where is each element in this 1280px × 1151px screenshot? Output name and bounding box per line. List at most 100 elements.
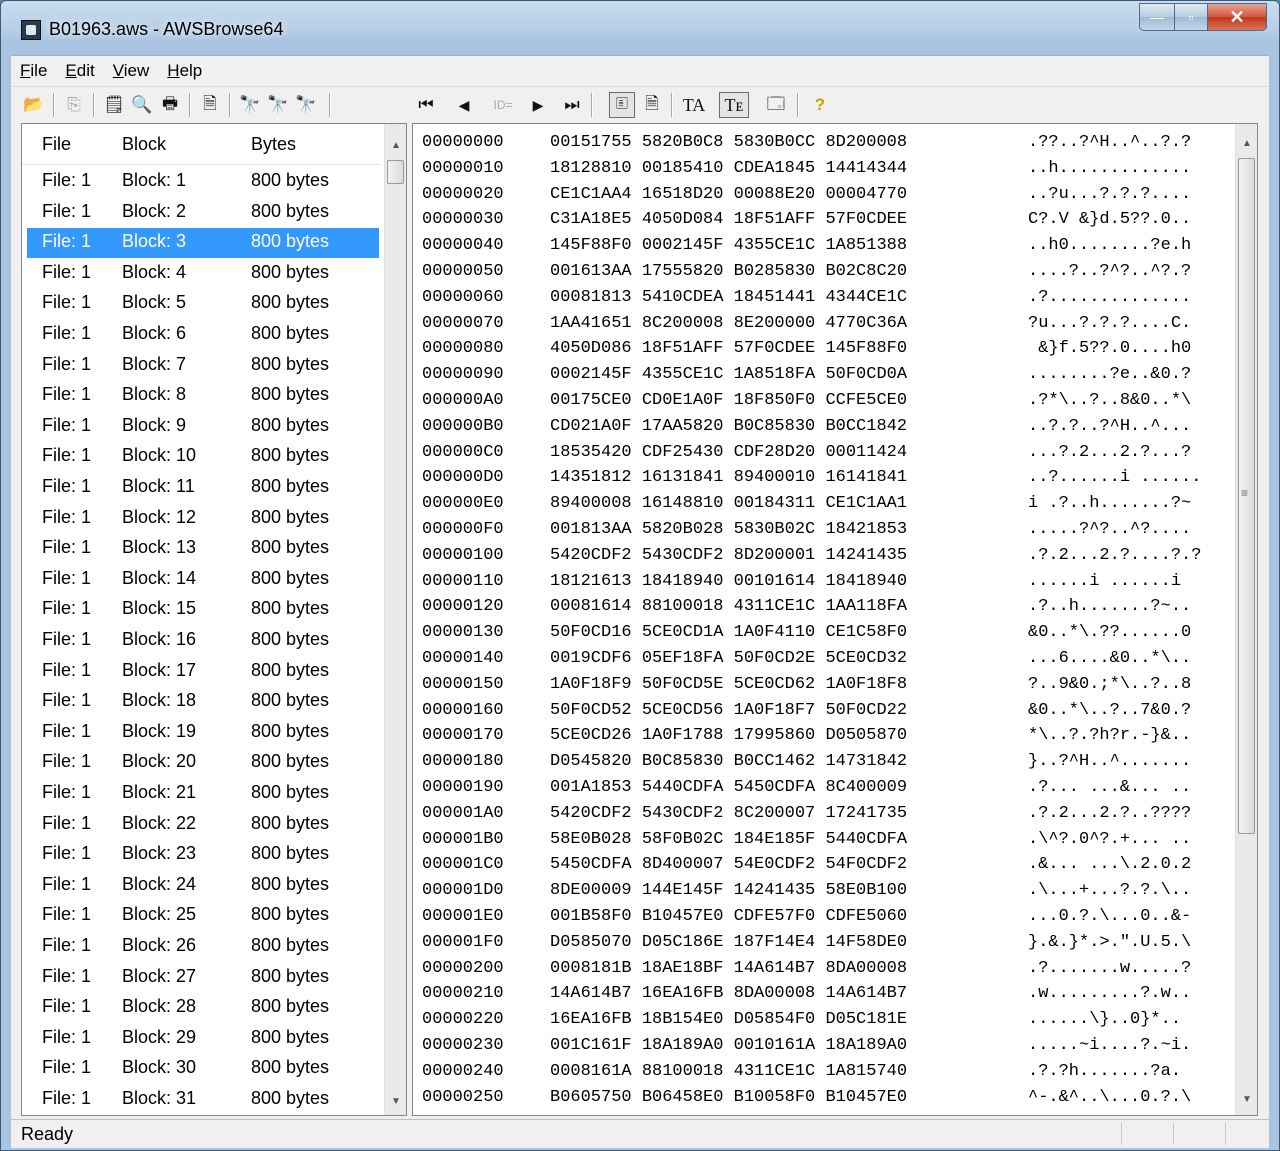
- cell-file: File: 1: [42, 935, 92, 955]
- block-list-row[interactable]: File: 1 Block: 7 800 bytes: [27, 351, 379, 381]
- hex-view-scrollbar[interactable]: ▲ ≡ ▼: [1235, 124, 1257, 1115]
- block-list-row[interactable]: File: 1 Block: 6 800 bytes: [27, 320, 379, 350]
- resize-grip-icon[interactable]: [1225, 1123, 1266, 1145]
- find-icon[interactable]: 🔭: [237, 92, 263, 118]
- block-list-row[interactable]: File: 1 Block: 28 800 bytes: [27, 993, 379, 1023]
- block-list-row[interactable]: File: 1 Block: 9 800 bytes: [27, 412, 379, 442]
- previous-block-icon[interactable]: ◀: [451, 92, 477, 118]
- cell-bytes: 800 bytes: [251, 476, 330, 496]
- hex-words: B0605750 B06458E0 B10058F0 B10457E0: [550, 1087, 908, 1107]
- scroll-down-icon[interactable]: ▼: [385, 1090, 406, 1112]
- help-icon[interactable]: ?: [807, 92, 833, 118]
- first-block-icon[interactable]: ⏮: [413, 92, 439, 118]
- block-list-row[interactable]: File: 1 Block: 31 800 bytes: [27, 1085, 379, 1115]
- hex-offset: 00000000: [422, 133, 504, 152]
- column-header-block[interactable]: Block: [122, 134, 166, 155]
- find-next-icon[interactable]: 🔭: [265, 92, 291, 118]
- menu-item[interactable]: File: [11, 61, 56, 81]
- block-list-row[interactable]: File: 1 Block: 22 800 bytes: [27, 810, 379, 840]
- cell-block: Block: 16: [122, 629, 197, 649]
- block-list-scrollbar[interactable]: ▲ ▼: [384, 124, 406, 1115]
- cell-block: Block: 8: [122, 384, 187, 405]
- properties-icon[interactable]: 🗒: [101, 92, 127, 118]
- hex-ascii: .?.?h.......?a.: [1028, 1061, 1182, 1081]
- menu-item[interactable]: Help: [158, 61, 211, 81]
- block-list-row[interactable]: File: 1 Block: 17 800 bytes: [27, 657, 379, 687]
- block-list-row[interactable]: File: 1 Block: 15 800 bytes: [27, 595, 379, 625]
- block-list-row[interactable]: File: 1 Block: 19 800 bytes: [27, 718, 379, 748]
- hex-words: 00081614 88100018 4311CE1C 1AA118FA: [550, 597, 908, 617]
- hex-dump-view[interactable]: ▲ ≡ ▼ 00000000 00151755 5820B0C8 5830B0CC…: [412, 123, 1258, 1116]
- minimize-icon: —: [1150, 9, 1164, 25]
- cell-bytes: 800 bytes: [251, 659, 330, 680]
- title-bar[interactable]: B01963.aws - AWSBrowse64 — ▫ ✕: [1, 1, 1279, 51]
- block-list-row[interactable]: File: 1 Block: 21 800 bytes: [27, 779, 379, 809]
- hex-ascii: ......i ......i: [1028, 571, 1182, 591]
- scroll-up-icon[interactable]: ▲: [385, 134, 406, 156]
- find-next-glyph: 🔭: [267, 95, 289, 114]
- block-list-row[interactable]: File: 1 Block: 16 800 bytes: [27, 626, 379, 656]
- block-list-row[interactable]: File: 1 Block: 30 800 bytes: [27, 1054, 379, 1084]
- find-glyph: 🔭: [239, 95, 261, 114]
- block-list-row[interactable]: File: 1 Block: 13 800 bytes: [27, 534, 379, 564]
- block-list-row[interactable]: File: 1 Block: 18 800 bytes: [27, 687, 379, 717]
- block-list-row[interactable]: File: 1 Block: 11 800 bytes: [27, 473, 379, 503]
- hex-view-icon[interactable]: 🗉: [609, 92, 635, 118]
- hex-words: 001613AA 17555820 B0285830 B02C8C20: [550, 262, 908, 281]
- block-list-row[interactable]: File: 1 Block: 14 800 bytes: [27, 565, 379, 595]
- close-button[interactable]: ✕: [1208, 3, 1267, 31]
- menu-item[interactable]: View: [104, 61, 159, 81]
- block-list-row[interactable]: File: 1 Block: 27 800 bytes: [27, 963, 379, 993]
- open-icon[interactable]: 📂: [21, 92, 47, 118]
- font-ebcdic-icon[interactable]: Tᴇ: [719, 92, 749, 118]
- block-list-row[interactable]: File: 1 Block: 20 800 bytes: [27, 748, 379, 778]
- block-list-row[interactable]: File: 1 Block: 23 800 bytes: [27, 840, 379, 870]
- export-icon[interactable]: 🗎: [197, 92, 223, 118]
- hex-offset: 00000170: [422, 726, 504, 746]
- hex-ascii: .?..h.......?~..: [1028, 597, 1192, 617]
- hex-words: 1AA41651 8C200008 8E200000 4770C36A: [550, 313, 908, 333]
- minimize-button[interactable]: —: [1139, 3, 1175, 31]
- block-list-row[interactable]: File: 1 Block: 10 800 bytes: [27, 442, 379, 472]
- menu-item[interactable]: Edit: [56, 61, 103, 81]
- block-list-row[interactable]: File: 1 Block: 8 800 bytes: [27, 381, 379, 411]
- maximize-button[interactable]: ▫: [1175, 3, 1208, 31]
- client-area: File Block Bytes ▲ ▼ File: 1 Block: 1 800 …: [11, 123, 1269, 1119]
- app-icon[interactable]: [21, 20, 41, 40]
- help-glyph: ?: [814, 95, 826, 114]
- cell-file: File: 1: [42, 200, 92, 221]
- block-list-row[interactable]: File: 1 Block: 25 800 bytes: [27, 901, 379, 931]
- last-block-icon[interactable]: ⏭: [559, 92, 585, 118]
- block-list-row[interactable]: File: 1 Block: 29 800 bytes: [27, 1024, 379, 1054]
- find-previous-icon[interactable]: 🔭: [293, 92, 319, 118]
- text-view-icon[interactable]: 🗎: [639, 92, 665, 118]
- block-list: File Block Bytes ▲ ▼ File: 1 Block: 1 800 …: [21, 123, 407, 1116]
- scroll-up-icon[interactable]: ▲: [1236, 132, 1257, 154]
- block-list-row[interactable]: File: 1 Block: 4 800 bytes: [27, 259, 379, 289]
- block-list-row[interactable]: File: 1 Block: 12 800 bytes: [27, 504, 379, 534]
- column-header-file[interactable]: File: [42, 134, 71, 155]
- cell-bytes: 800 bytes: [251, 598, 330, 619]
- next-block-icon[interactable]: ▶: [525, 92, 551, 118]
- font-ansi-icon[interactable]: TA: [681, 92, 707, 118]
- scroll-thumb[interactable]: [387, 160, 404, 184]
- block-list-row[interactable]: File: 1 Block: 1 800 bytes: [27, 167, 379, 197]
- print-icon[interactable]: 🖶: [157, 92, 183, 118]
- print-preview-icon[interactable]: 🔍: [129, 92, 155, 118]
- block-list-row[interactable]: File: 1 Block: 2 800 bytes: [27, 198, 379, 228]
- block-list-row[interactable]: File: 1 Block: 24 800 bytes: [27, 871, 379, 901]
- column-header-bytes[interactable]: Bytes: [251, 134, 296, 155]
- font-ansi-glyph: TA: [682, 94, 706, 115]
- options-icon[interactable]: 🗔: [763, 92, 789, 118]
- copy-icon[interactable]: ⎘: [61, 92, 87, 118]
- hex-words: 58E0B028 58F0B02C 184E185F 5440CDFA: [550, 829, 908, 849]
- hex-words: 0002145F 4355CE1C 1A8518FA 50F0CD0A: [550, 365, 908, 385]
- hex-ascii: .\^?.0^?.+... ..: [1028, 829, 1192, 849]
- go-to-id-icon[interactable]: ID=: [485, 92, 521, 118]
- previous-block-glyph: ◀: [458, 96, 470, 113]
- block-list-row[interactable]: File: 1 Block: 26 800 bytes: [27, 932, 379, 962]
- block-list-row[interactable]: File: 1 Block: 5 800 bytes: [27, 289, 379, 319]
- hex-offset: 00000150: [422, 674, 504, 694]
- scroll-down-icon[interactable]: ▼: [1236, 1088, 1257, 1110]
- block-list-row[interactable]: File: 1 Block: 3 800 bytes: [27, 228, 379, 259]
